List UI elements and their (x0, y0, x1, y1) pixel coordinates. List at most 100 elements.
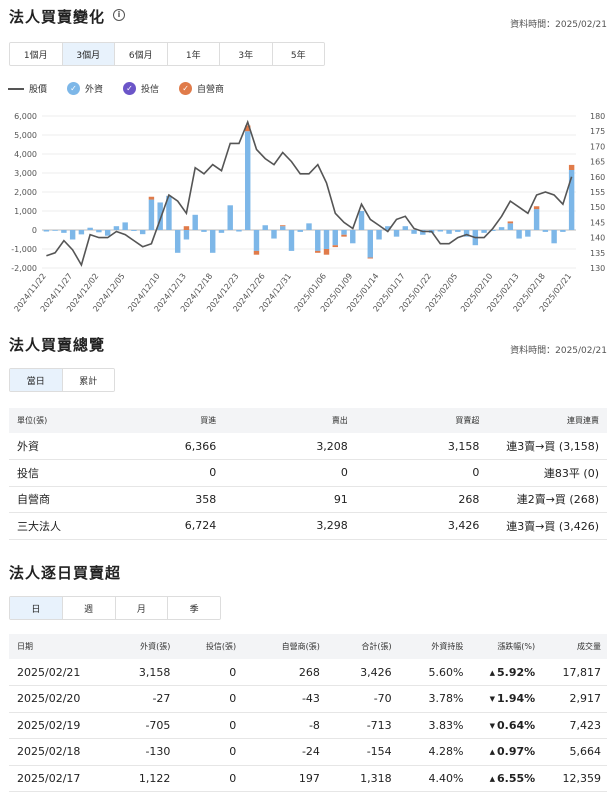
y-right-tick: 135 (590, 249, 605, 258)
overview-cell: 0 (140, 459, 225, 487)
daily-cell: -130 (110, 738, 177, 766)
overview-cell: 3,208 (224, 433, 356, 460)
range-tab-4[interactable]: 3年 (220, 43, 273, 65)
daily-cell: 0 (176, 738, 243, 766)
dealer-bar (367, 257, 373, 259)
daily-cell: -70 (325, 685, 398, 713)
daily-header: 成交量 (541, 634, 607, 659)
foreign-bar (446, 230, 452, 234)
daily-cell: ▲ 6.55% (469, 765, 542, 792)
foreign-bar (52, 230, 58, 231)
range-tab-1[interactable]: 3個月 (62, 43, 115, 65)
foreign-bar (61, 230, 67, 233)
legend-price[interactable]: 股價 (8, 82, 47, 95)
y-left-tick: -1,000 (11, 245, 37, 254)
daily-tab-1[interactable]: 週 (62, 597, 116, 619)
daily-cell: 3.83% (397, 712, 470, 739)
legend-foreign[interactable]: ✓ 外資 (67, 82, 103, 95)
overview-header: 買賣超 (355, 408, 488, 433)
overview-cell: 3,426 (355, 512, 488, 540)
change-value: 0.97% (496, 745, 536, 759)
foreign-bar (358, 211, 365, 230)
overview-cell: 三大法人 (9, 512, 141, 540)
daily-cell: 197 (242, 765, 326, 792)
overview-cell: 268 (355, 486, 488, 513)
foreign-bar (393, 230, 400, 237)
overview-header: 單位(張) (9, 408, 141, 433)
daily-cell: ▼ 0.64% (469, 712, 542, 739)
y-right-tick: 175 (590, 127, 605, 136)
foreign-bar (218, 230, 225, 233)
daily-cell: -24 (242, 738, 326, 766)
overview-cell: 投信 (9, 459, 141, 487)
foreign-bar (69, 230, 76, 240)
foreign-bar (139, 230, 146, 235)
info-icon[interactable]: i (113, 9, 125, 21)
overview-cell: 連3賣→買 (3,426) (487, 512, 607, 540)
overview-tab-1[interactable]: 累計 (62, 369, 114, 391)
triangle-down-icon: ▼ (489, 721, 495, 730)
range-tab-0[interactable]: 1個月 (10, 43, 63, 65)
overview-cell: 自營商 (9, 486, 141, 513)
daily-cell: 2025/02/17 (9, 765, 111, 792)
overview-row: 投信 0 0 0 連83平 (0) (9, 459, 607, 487)
section-title-daily: 法人逐日買賣超 (9, 564, 122, 582)
legend-price-label: 股價 (29, 85, 48, 95)
institutional-chart: 6,000 5,000 4,000 3,000 2,000 1,000 0 -1,000 -2,… (11, 112, 605, 314)
y-left-tick: 5,000 (14, 131, 37, 140)
overview-cell: 3,158 (355, 433, 488, 460)
check-icon: ✓ (123, 82, 137, 95)
triangle-up-icon: ▲ (489, 668, 495, 677)
y-right-tick: 145 (590, 218, 605, 227)
price-line (46, 119, 573, 268)
foreign-bar (43, 230, 50, 232)
foreign-bar (323, 230, 330, 249)
daily-header: 日期 (9, 634, 111, 659)
legend-foreign-label: 外資 (85, 85, 104, 95)
overview-header: 買進 (140, 408, 225, 433)
overview-cell: 0 (355, 459, 488, 487)
foreign-bar (227, 205, 233, 230)
daily-row: 2025/02/21 3,158 0 268 3,426 5.60% ▲ 5.92% 17,81… (9, 659, 607, 686)
overview-tabs: 當日 累計 (9, 368, 115, 392)
overview-table: 單位(張) 買進 賣出 買賣超 連買連賣 外資 6,366 3,208 3,158 連3賣→買 … (9, 408, 607, 540)
range-tab-2[interactable]: 6個月 (115, 43, 168, 65)
daily-cell: 5.60% (397, 659, 470, 686)
foreign-bar (560, 230, 566, 232)
daily-cell: 0 (176, 712, 243, 739)
daily-tab-0[interactable]: 日 (10, 597, 63, 619)
overview-tab-0[interactable]: 當日 (10, 369, 63, 391)
check-icon: ✓ (67, 82, 81, 95)
y-right-tick: 150 (590, 203, 605, 212)
overview-cell: 6,724 (140, 512, 225, 540)
foreign-bar (253, 230, 260, 251)
change-value: 1.94% (496, 692, 536, 706)
foreign-bar (183, 230, 190, 240)
range-tab-5[interactable]: 5年 (272, 43, 324, 65)
check-icon: ✓ (179, 82, 193, 95)
foreign-bar (306, 223, 312, 230)
daily-cell: ▼ 1.94% (469, 685, 542, 713)
range-tab-3[interactable]: 1年 (167, 43, 220, 65)
overview-cell: 外資 (9, 433, 141, 460)
daily-cell: 0 (176, 659, 243, 686)
legend-dealer[interactable]: ✓ 自營商 (179, 82, 224, 95)
foreign-bar (367, 230, 373, 258)
dealer-bar (341, 234, 347, 237)
foreign-bar (280, 226, 286, 230)
daily-header: 投信(張) (176, 634, 243, 659)
foreign-bar (201, 230, 207, 232)
foreign-bar (341, 230, 347, 235)
daily-cell: 0 (176, 685, 243, 713)
change-value: 5.92% (496, 665, 536, 679)
daily-cell: 268 (242, 659, 326, 686)
daily-tab-2[interactable]: 月 (115, 597, 169, 619)
daily-cell: 7,423 (541, 712, 607, 739)
foreign-bar (131, 230, 137, 231)
foreign-bar (104, 230, 111, 236)
legend-trust[interactable]: ✓ 投信 (123, 82, 159, 95)
overview-row: 自營商 358 91 268 連2賣→買 (268) (9, 486, 607, 513)
dealer-bar (507, 221, 514, 224)
daily-tab-3[interactable]: 季 (168, 597, 220, 619)
section-title-overview: 法人買賣總覽 (9, 336, 106, 354)
